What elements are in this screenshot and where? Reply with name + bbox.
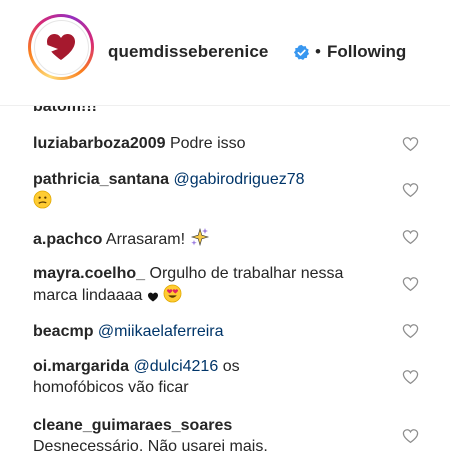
confused-face-emoji	[33, 190, 52, 209]
comment-username[interactable]: luziabarboza2009	[33, 135, 166, 152]
comment-username[interactable]: a.pachco	[33, 231, 102, 248]
following-button[interactable]: Following	[327, 42, 406, 62]
comment-username[interactable]: oi.margarida	[33, 358, 129, 375]
like-heart-icon[interactable]	[402, 428, 419, 444]
comment-mention[interactable]: @gabirodriguez78	[174, 171, 305, 188]
verified-badge-icon	[293, 44, 310, 60]
account-username[interactable]: quemdisseberenice	[108, 42, 268, 62]
heart-eyes-emoji	[163, 284, 182, 303]
comment-username[interactable]: mayra.coelho_	[33, 265, 145, 282]
separator-dot: •	[315, 42, 321, 61]
like-heart-icon[interactable]	[402, 229, 419, 245]
comment-item: cleane_guimaraes_soares Desnecessário. N…	[33, 415, 378, 457]
brand-heart-logo	[47, 34, 75, 60]
avatar-frame	[31, 17, 91, 77]
comment-item: beacmp @miikaelaferreira	[33, 321, 378, 342]
comment-text: Desnecessário. Não usarei mais.	[33, 438, 268, 455]
comment-item: oi.margarida @dulci4216 os homofóbicos v…	[33, 356, 333, 398]
like-heart-icon[interactable]	[402, 136, 419, 152]
like-heart-icon[interactable]	[402, 369, 419, 385]
comment-text: Arrasaram!	[105, 231, 186, 248]
story-ring[interactable]	[28, 14, 94, 80]
black-heart-emoji	[147, 292, 158, 302]
comment-mention[interactable]: @miikaelaferreira	[98, 323, 224, 340]
like-heart-icon[interactable]	[402, 276, 419, 292]
post-header: quemdisseberenice • Following	[0, 0, 450, 106]
comment-username[interactable]: beacmp	[33, 323, 93, 340]
comment-username[interactable]: pathricia_santana	[33, 171, 169, 188]
comment-text: Podre isso	[169, 135, 246, 152]
comment-item: pathricia_santana @gabirodriguez78	[33, 169, 378, 212]
comment-mention[interactable]: @dulci4216	[133, 358, 218, 375]
like-heart-icon[interactable]	[402, 182, 419, 198]
comments-list[interactable]: batom!!! luziabarboza2009 Podre isso pat…	[0, 106, 450, 464]
comment-username[interactable]: cleane_guimaraes_soares	[33, 417, 232, 434]
comment-item: luziabarboza2009 Podre isso	[33, 133, 378, 154]
truncated-comment: batom!!!	[33, 106, 97, 115]
comment-item: mayra.coelho_ Orgulho de trabalhar nessa…	[33, 263, 378, 306]
comment-item: a.pachco Arrasaram!	[33, 227, 378, 250]
sparkles-emoji	[190, 227, 209, 247]
avatar[interactable]	[33, 19, 89, 75]
like-heart-icon[interactable]	[402, 323, 419, 339]
